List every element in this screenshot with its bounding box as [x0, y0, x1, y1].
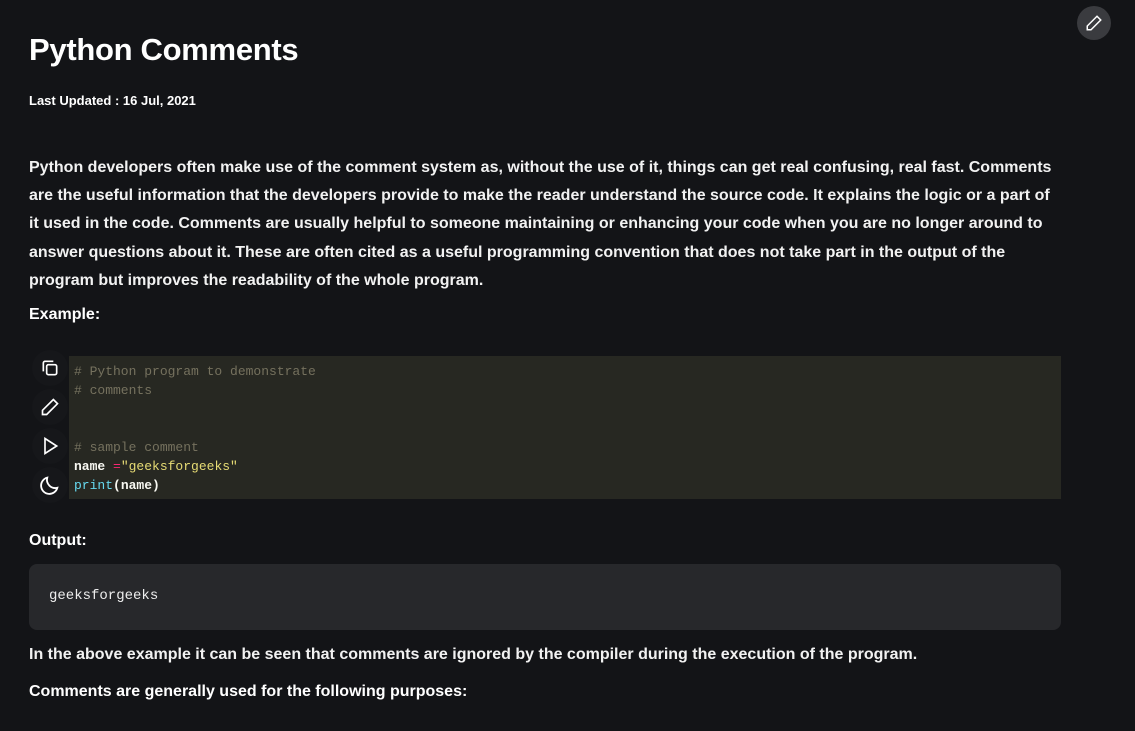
code-block[interactable]: # Python program to demonstrate # commen…: [69, 356, 1061, 499]
code-identifier: name: [74, 459, 114, 474]
pencil-icon: [1086, 15, 1102, 31]
copy-icon: [42, 360, 58, 376]
page-title: Python Comments: [29, 32, 299, 67]
pencil-icon: [41, 398, 59, 416]
code-args: (name): [113, 478, 160, 493]
output-block: geeksforgeeks: [29, 564, 1061, 630]
code-comment: # Python program to demonstrate: [74, 364, 316, 379]
code-function: print: [74, 478, 114, 493]
edit-code-button[interactable]: [32, 389, 68, 425]
code-comment: # sample comment: [74, 440, 199, 455]
theme-toggle-button[interactable]: [32, 467, 68, 503]
example-heading: Example:: [29, 306, 101, 323]
explanation-paragraph: In the above example it can be seen that…: [29, 646, 918, 663]
last-updated: Last Updated : 16 Jul, 2021: [29, 93, 196, 108]
intro-paragraph: Python developers often make use of the …: [29, 159, 1052, 289]
copy-code-button[interactable]: [32, 350, 68, 386]
output-heading: Output:: [29, 532, 87, 549]
play-icon: [44, 436, 59, 456]
code-string: "geeksforgeeks": [120, 459, 238, 474]
code-toolbar: [32, 350, 68, 503]
edit-article-button[interactable]: [1077, 6, 1111, 40]
run-code-button[interactable]: [32, 428, 68, 464]
code-operator: =: [113, 459, 121, 474]
moon-icon: [40, 476, 59, 495]
code-comment: # comments: [74, 383, 153, 398]
purposes-heading: Comments are generally used for the foll…: [29, 683, 468, 700]
